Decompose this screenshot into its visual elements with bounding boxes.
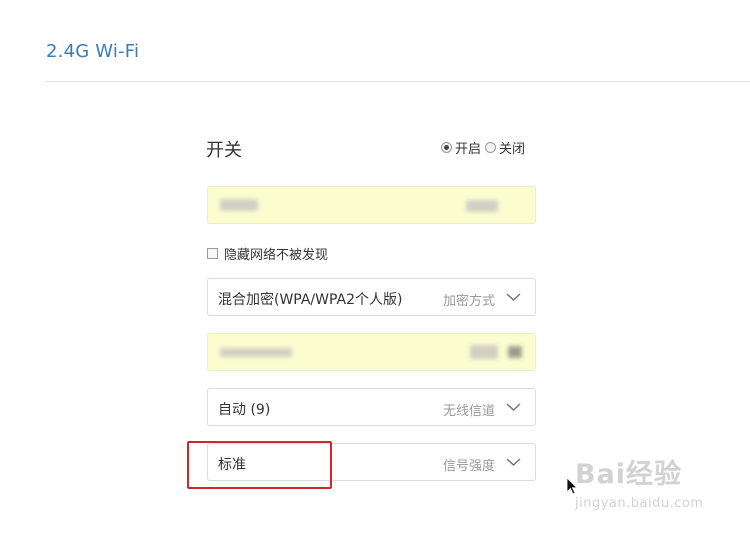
redacted-ssid-hint bbox=[466, 200, 498, 212]
signal-strength-hint: 信号强度 bbox=[442, 459, 495, 474]
channel-select[interactable]: 自动 (9) 无线信道 bbox=[207, 388, 536, 426]
ssid-input[interactable] bbox=[207, 186, 536, 224]
redacted-password-hint bbox=[470, 345, 498, 359]
chevron-down-icon[interactable] bbox=[506, 402, 521, 412]
encryption-hint: 加密方式 bbox=[442, 294, 495, 309]
hide-network-label: 隐藏网络不被发现 bbox=[224, 248, 329, 263]
chevron-down-icon[interactable] bbox=[506, 292, 521, 302]
radio-off-label: 关闭 bbox=[499, 142, 526, 157]
switch-radio-group: 开启 关闭 bbox=[441, 138, 529, 157]
encryption-value: 混合加密(WPA/WPA2个人版) bbox=[218, 292, 403, 308]
baidu-watermark: Bai经验 jingyan.baidu.com bbox=[575, 452, 725, 518]
radio-on[interactable]: 开启 bbox=[441, 138, 481, 157]
password-input[interactable] bbox=[207, 333, 536, 371]
redacted-password-value bbox=[220, 348, 292, 357]
channel-value: 自动 (9) bbox=[218, 402, 271, 418]
chevron-down-icon[interactable] bbox=[506, 457, 521, 467]
hide-network-option[interactable]: 隐藏网络不被发现 bbox=[207, 244, 328, 263]
radio-off[interactable]: 关闭 bbox=[485, 138, 525, 157]
redacted-ssid-value bbox=[220, 199, 258, 211]
watermark-brand: Bai经验 bbox=[575, 459, 683, 490]
watermark-url: jingyan.baidu.com bbox=[575, 496, 704, 511]
channel-hint: 无线信道 bbox=[442, 404, 495, 419]
radio-off-control[interactable] bbox=[485, 142, 497, 153]
radio-on-control[interactable] bbox=[441, 142, 452, 153]
hide-network-checkbox[interactable] bbox=[207, 248, 218, 259]
signal-strength-select[interactable]: 标准 信号强度 bbox=[207, 443, 536, 481]
encryption-select[interactable]: 混合加密(WPA/WPA2个人版) 加密方式 bbox=[207, 278, 536, 316]
radio-on-label: 开启 bbox=[455, 142, 482, 157]
password-visibility-icon[interactable] bbox=[508, 346, 522, 358]
divider bbox=[46, 81, 750, 82]
switch-label: 开关 bbox=[206, 140, 242, 161]
section-title: 2.4G Wi-Fi bbox=[46, 41, 140, 62]
signal-strength-value: 标准 bbox=[218, 457, 246, 473]
